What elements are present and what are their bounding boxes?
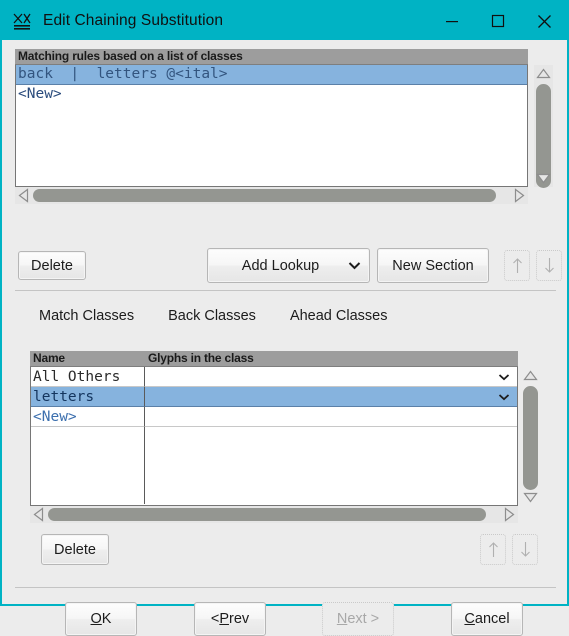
ok-button[interactable]: OK [65,602,137,636]
triangle-down-icon [523,492,538,503]
table-row[interactable]: All Others {Everything Else} [31,367,517,387]
next-accel: N [336,611,348,627]
cell-class-name: <New> [31,407,145,427]
bottom-divider [15,587,556,588]
cell-class-glyphs[interactable] [145,407,517,427]
move-rule-down-button[interactable] [536,250,562,281]
rules-horizontal-scrollbar[interactable] [15,187,528,204]
move-rule-up-button[interactable] [504,250,530,281]
column-header-glyphs: Glyphs in the class [148,351,254,365]
triangle-down-icon [536,173,551,184]
dialog-button-bar: OK < Prev Next > Cancel [15,602,556,636]
window-title: Edit Chaining Substitution [43,12,224,29]
arrow-down-icon [520,542,530,557]
minimize-button[interactable] [429,2,475,40]
table-empty-area [31,427,517,504]
matching-rules-header: Matching rules based on a list of classe… [15,49,528,65]
matching-rules-list[interactable]: back | letters @<ital> <New> [15,65,528,187]
cell-class-name: letters [31,387,145,407]
classes-toolbar: Delete [30,532,543,567]
prev-button[interactable]: < Prev [194,602,266,636]
tab-ahead-classes[interactable]: Ahead Classes [278,308,400,324]
prev-prefix: < [210,611,220,627]
scroll-right-button[interactable] [511,187,528,204]
classes-horizontal-scrollbar[interactable] [30,506,518,523]
new-section-button[interactable]: New Section [377,248,489,283]
scroll-thumb[interactable] [48,508,486,521]
triangle-up-icon [536,68,551,79]
chevron-down-icon[interactable] [495,387,513,406]
close-button[interactable] [521,2,567,40]
rules-toolbar: Delete Add Lookup New Section [15,248,562,283]
classes-vertical-scrollbar[interactable] [518,367,543,506]
tab-back-classes[interactable]: Back Classes [156,308,268,324]
class-tabs: Match Classes Back Classes Ahead Classes [15,298,556,334]
triangle-left-icon [18,188,29,203]
move-class-down-button[interactable] [512,534,538,565]
list-item[interactable]: back | letters @<ital> [16,65,527,85]
maximize-icon [491,14,505,28]
triangle-right-icon [514,188,525,203]
matching-rules-panel: Matching rules based on a list of classe… [15,49,556,204]
scroll-up-button[interactable] [534,65,553,82]
scroll-left-button[interactable] [15,187,32,204]
delete-rule-button[interactable]: Delete [18,251,86,280]
cell-class-glyphs[interactable]: {Everything Else} [145,367,517,387]
cancel-accel: C [464,611,475,627]
classes-table-header: Name Glyphs in the class [30,351,518,367]
rules-vertical-scrollbar[interactable] [531,65,556,188]
cell-class-name: All Others [31,367,145,387]
scroll-right-button[interactable] [501,506,518,523]
list-item[interactable]: <New> [16,85,527,104]
cell-class-glyphs[interactable]: d s y [145,387,517,407]
ok-accel: O [90,611,102,627]
next-suffix: ext > [347,611,380,627]
arrow-up-icon [488,542,498,557]
delete-class-button[interactable]: Delete [41,534,109,565]
table-row[interactable]: letters d s y [31,387,517,407]
title-bar: Edit Chaining Substitution [2,2,567,40]
add-lookup-button[interactable]: Add Lookup [207,248,370,283]
move-class-up-button[interactable] [480,534,506,565]
classes-table[interactable]: All Others {Everything Else} letters d s… [30,367,518,506]
triangle-left-icon [33,507,44,522]
arrow-down-icon [544,258,554,273]
dialog-window: Edit Chaining Substitution Matching rule… [0,0,569,636]
minimize-icon [446,21,458,23]
classes-panel: Name Glyphs in the class All Others {Eve… [30,351,543,523]
scroll-up-button[interactable] [521,367,540,384]
cancel-button[interactable]: Cancel [451,602,523,636]
section-divider [15,290,556,291]
cancel-suffix: ancel [474,611,510,627]
scroll-thumb[interactable] [523,386,538,490]
empty-name-column [31,427,145,504]
arrow-up-icon [512,258,522,273]
table-row[interactable]: <New> [31,407,517,427]
ok-suffix: K [101,611,112,627]
scroll-down-button[interactable] [521,489,540,506]
chevron-down-icon[interactable] [495,367,513,386]
scroll-thumb[interactable] [33,189,496,202]
prev-accel: P [219,611,229,627]
column-header-name: Name [33,351,65,365]
empty-glyphs-column [145,427,517,504]
close-icon [537,14,551,28]
fontforge-glyph-icon [12,11,32,31]
triangle-right-icon [504,507,515,522]
add-lookup-label: Add Lookup [241,257,320,274]
window-controls [429,2,567,40]
maximize-button[interactable] [475,2,521,40]
chevron-down-icon [339,261,369,270]
scroll-down-button[interactable] [534,170,553,187]
tab-match-classes[interactable]: Match Classes [27,308,146,324]
scroll-left-button[interactable] [30,506,47,523]
triangle-up-icon [523,370,538,381]
next-button[interactable]: Next > [322,602,394,636]
prev-suffix: rev [228,611,250,627]
dialog-content: Matching rules based on a list of classe… [2,40,567,636]
